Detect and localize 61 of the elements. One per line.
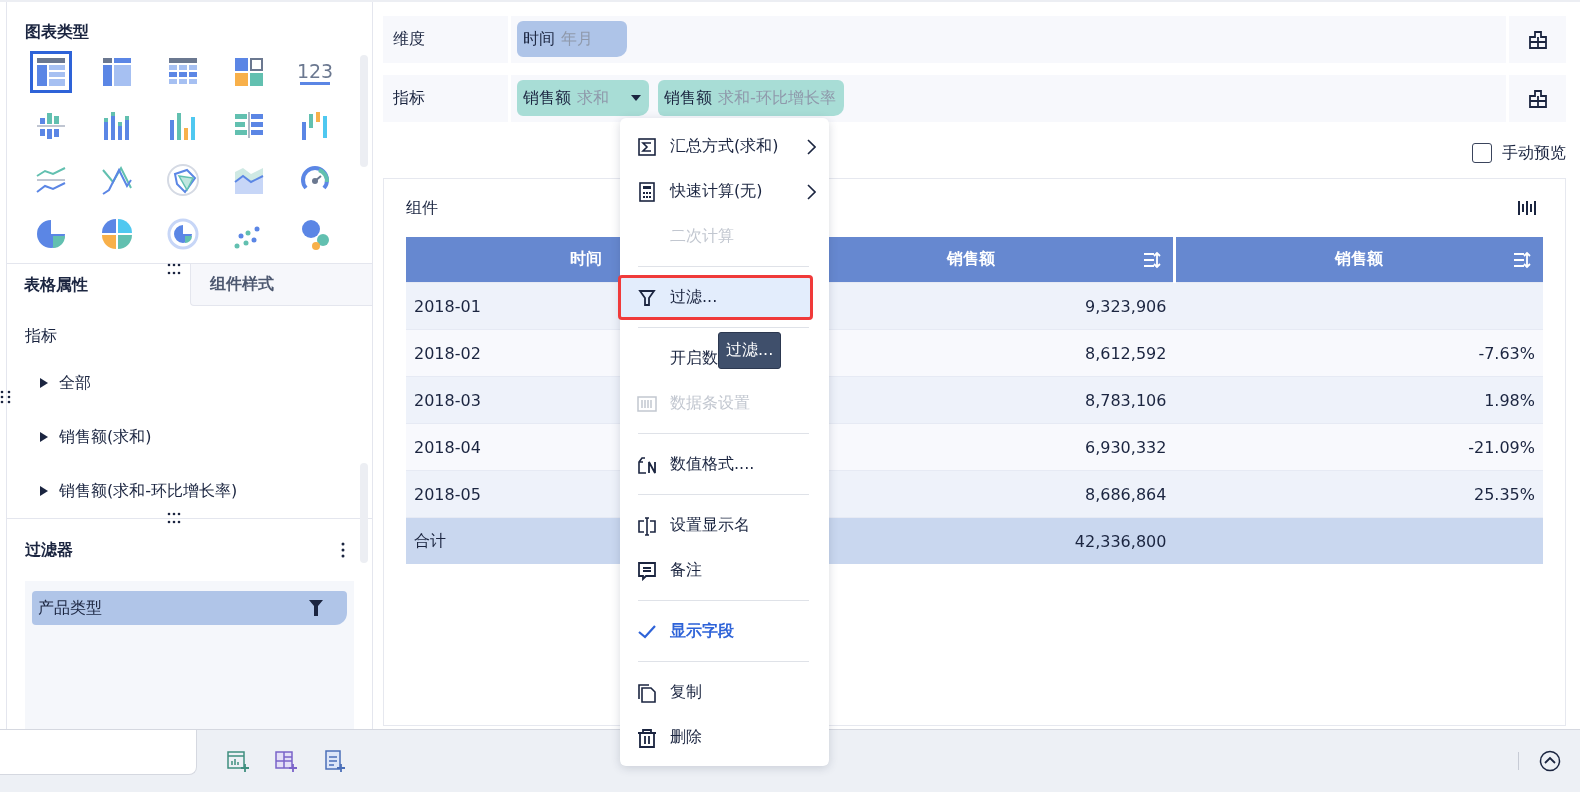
menu-item[interactable]: 删除	[618, 715, 707, 760]
number-format-icon	[637, 454, 657, 475]
card-title: 组件	[406, 197, 438, 219]
table-cell: 1.98%	[1174, 376, 1543, 424]
tree-item[interactable]: 销售额(求和-环比增长率)	[7, 464, 372, 518]
field-name: 产品类型	[38, 597, 102, 619]
section-label: 指标	[24, 325, 58, 347]
table-cell: 25.35%	[1174, 470, 1543, 518]
collapse-triangle-icon[interactable]	[39, 485, 49, 497]
panel-tab[interactable]: 组件样式	[189, 264, 372, 306]
filter-field[interactable]: 产品类型	[32, 591, 347, 625]
chart-type-option[interactable]	[30, 51, 72, 93]
copy-icon	[637, 682, 657, 703]
filter-icon[interactable]	[309, 600, 323, 616]
table-cell: -7.63%	[1174, 329, 1543, 377]
checkbox[interactable]	[1472, 143, 1492, 163]
collapse-icon[interactable]	[1539, 750, 1561, 772]
menu-item[interactable]: 显示字段	[618, 609, 739, 654]
row-label: 维度	[383, 16, 511, 63]
add-page-icon[interactable]	[323, 750, 345, 772]
drag-handle-icon[interactable]	[0, 388, 13, 406]
add-chart-icon[interactable]	[227, 750, 249, 772]
comment-icon	[637, 560, 657, 581]
layout-icon[interactable]	[1527, 88, 1548, 109]
row-label: 指标	[383, 75, 511, 122]
drag-handle-icon[interactable]	[165, 511, 183, 525]
menu-item[interactable]: 汇总方式(求和)	[618, 124, 813, 169]
column-header[interactable]: 销售额	[1174, 237, 1543, 283]
caret-icon[interactable]	[631, 94, 641, 102]
tree-item[interactable]: 销售额(求和)	[7, 410, 372, 464]
collapse-triangle-icon[interactable]	[39, 377, 49, 389]
menu-item[interactable]: 过滤...	[618, 275, 813, 320]
radar-chart-icon	[165, 162, 201, 198]
field-chip[interactable]: 时间 年月	[517, 21, 627, 57]
rename-icon	[637, 515, 657, 536]
field-chip[interactable]: 销售额 求和	[517, 80, 649, 116]
pie-chart-icon	[99, 216, 135, 252]
barcode-icon[interactable]	[1517, 198, 1537, 218]
filter-icon	[637, 287, 657, 308]
checkbox-label: 手动预览	[1502, 142, 1566, 164]
table-cell: -21.09%	[1174, 423, 1543, 471]
sort-icon[interactable]	[1513, 251, 1531, 269]
sort-icon[interactable]	[1142, 251, 1161, 269]
tree-item[interactable]: 全部	[7, 356, 372, 410]
menu-item[interactable]: 复制	[618, 670, 707, 715]
more-icon[interactable]	[340, 542, 346, 558]
data-bar-icon	[637, 393, 657, 414]
chart-type-option[interactable]: 123	[294, 51, 336, 93]
field-chip[interactable]: 销售额 求和-环比增长率	[658, 80, 844, 116]
donut-chart-icon	[165, 216, 201, 252]
section-title: 图表类型	[24, 21, 90, 43]
trash-icon	[637, 727, 657, 748]
menu-item[interactable]: 快速计算(无)	[618, 169, 813, 214]
layout-icon[interactable]	[1527, 29, 1548, 50]
sigma-icon	[637, 136, 657, 157]
collapse-triangle-icon[interactable]	[39, 431, 49, 443]
tooltip: 过滤...	[718, 332, 782, 369]
add-grid-icon[interactable]	[275, 750, 297, 772]
calculator-icon	[637, 181, 657, 202]
section-title: 过滤器	[25, 539, 73, 561]
scrollbar[interactable]	[360, 463, 368, 563]
